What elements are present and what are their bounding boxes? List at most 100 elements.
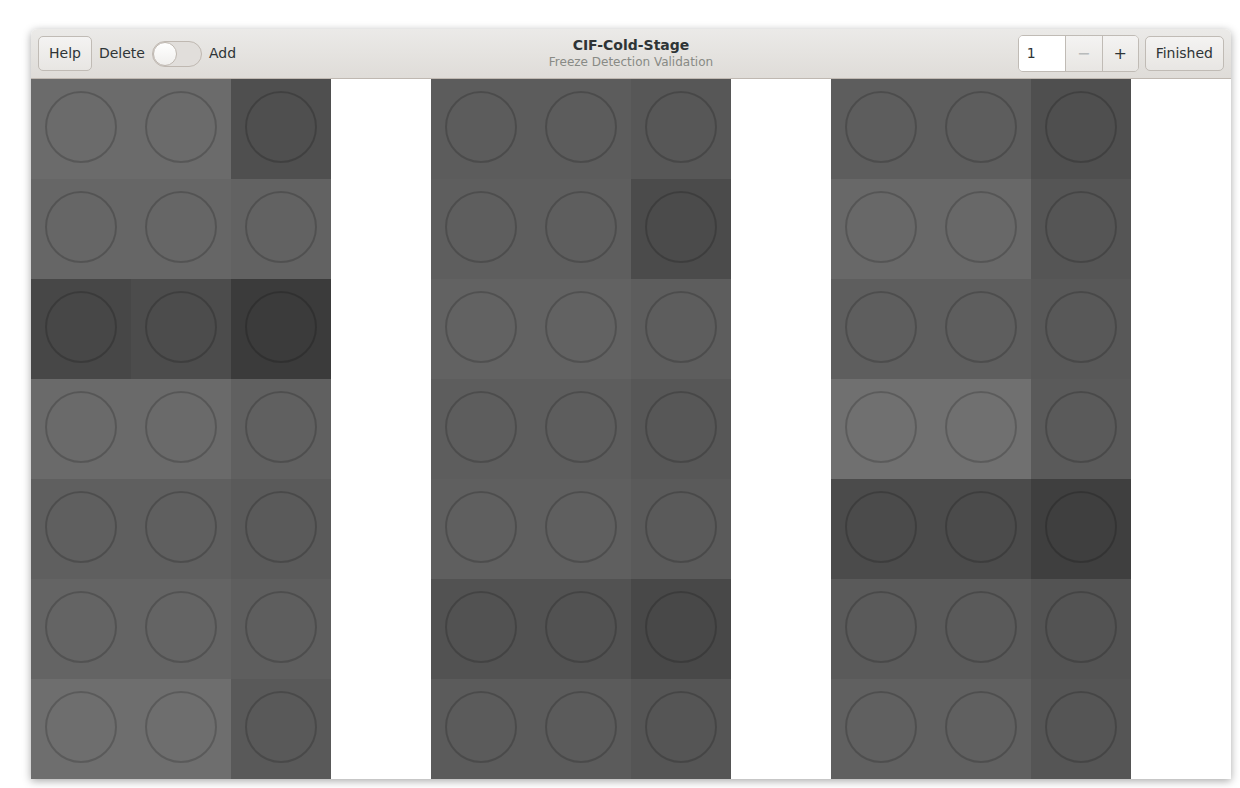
- well-row[interactable]: [431, 379, 731, 479]
- frame-image[interactable]: [1031, 679, 1131, 779]
- subtitle-text: Freeze Detection Validation: [549, 55, 713, 70]
- frame-image[interactable]: [831, 179, 931, 279]
- well-row[interactable]: [431, 479, 731, 579]
- frame-image[interactable]: [631, 379, 731, 479]
- frame-image[interactable]: [1031, 179, 1131, 279]
- frame-image[interactable]: [131, 479, 231, 579]
- frame-image[interactable]: [431, 179, 531, 279]
- frame-image[interactable]: [531, 279, 631, 379]
- frame-image[interactable]: [631, 79, 731, 179]
- frame-image[interactable]: [631, 179, 731, 279]
- frame-image[interactable]: [231, 579, 331, 679]
- frame-image[interactable]: [1031, 79, 1131, 179]
- frame-image[interactable]: [931, 679, 1031, 779]
- well-row[interactable]: [831, 79, 1131, 179]
- frame-image[interactable]: [231, 379, 331, 479]
- well-row[interactable]: [431, 279, 731, 379]
- well-row[interactable]: [31, 579, 331, 679]
- frame-image[interactable]: [31, 679, 131, 779]
- app-window: HelpDeleteAdd CIF-Cold-StageFreeze Detec…: [31, 29, 1231, 779]
- add-label: Add: [209, 43, 236, 64]
- well-row[interactable]: [831, 179, 1131, 279]
- frame-image[interactable]: [231, 79, 331, 179]
- frame-image[interactable]: [531, 479, 631, 579]
- frame-image[interactable]: [831, 379, 931, 479]
- frame-image[interactable]: [831, 579, 931, 679]
- well-row[interactable]: [431, 179, 731, 279]
- frame-image[interactable]: [831, 79, 931, 179]
- frame-image[interactable]: [931, 79, 1031, 179]
- well-row[interactable]: [31, 479, 331, 579]
- frame-image[interactable]: [631, 579, 731, 679]
- frame-image[interactable]: [1031, 279, 1131, 379]
- frame-image[interactable]: [631, 279, 731, 379]
- well-row[interactable]: [431, 679, 731, 779]
- title-text: CIF-Cold-Stage: [549, 37, 713, 55]
- frame-image[interactable]: [431, 279, 531, 379]
- frame-image[interactable]: [531, 79, 631, 179]
- frame-image[interactable]: [131, 79, 231, 179]
- frame-image[interactable]: [131, 179, 231, 279]
- well-column: [831, 79, 1131, 779]
- page-spin: 1−+: [1018, 35, 1139, 72]
- well-row[interactable]: [31, 679, 331, 779]
- well-row[interactable]: [31, 179, 331, 279]
- frame-image[interactable]: [31, 79, 131, 179]
- frame-image[interactable]: [931, 479, 1031, 579]
- header-right: 1−+Finished: [713, 35, 1224, 72]
- well-column: [31, 79, 331, 779]
- help-button[interactable]: Help: [38, 36, 92, 71]
- well-row[interactable]: [31, 79, 331, 179]
- frame-image[interactable]: [631, 679, 731, 779]
- well-row[interactable]: [31, 279, 331, 379]
- well-row[interactable]: [831, 379, 1131, 479]
- wells-area: [31, 79, 1231, 779]
- frame-image[interactable]: [931, 379, 1031, 479]
- frame-image[interactable]: [631, 479, 731, 579]
- frame-image[interactable]: [131, 379, 231, 479]
- frame-image[interactable]: [231, 479, 331, 579]
- frame-image[interactable]: [31, 179, 131, 279]
- frame-image[interactable]: [1031, 379, 1131, 479]
- well-row[interactable]: [431, 79, 731, 179]
- well-row[interactable]: [31, 379, 331, 479]
- frame-image[interactable]: [31, 379, 131, 479]
- frame-image[interactable]: [231, 179, 331, 279]
- frame-image[interactable]: [931, 179, 1031, 279]
- frame-image[interactable]: [1031, 479, 1131, 579]
- frame-image[interactable]: [431, 579, 531, 679]
- frame-image[interactable]: [831, 279, 931, 379]
- well-row[interactable]: [831, 579, 1131, 679]
- well-row[interactable]: [831, 279, 1131, 379]
- frame-image[interactable]: [931, 279, 1031, 379]
- frame-image[interactable]: [231, 679, 331, 779]
- frame-image[interactable]: [431, 679, 531, 779]
- frame-image[interactable]: [1031, 579, 1131, 679]
- increment-button[interactable]: +: [1102, 36, 1138, 71]
- frame-image[interactable]: [231, 279, 331, 379]
- frame-image[interactable]: [831, 679, 931, 779]
- frame-image[interactable]: [431, 79, 531, 179]
- well-row[interactable]: [831, 679, 1131, 779]
- frame-image[interactable]: [531, 179, 631, 279]
- frame-image[interactable]: [531, 679, 631, 779]
- finished-button[interactable]: Finished: [1145, 36, 1224, 71]
- frame-image[interactable]: [431, 379, 531, 479]
- frame-image[interactable]: [931, 579, 1031, 679]
- well-row[interactable]: [831, 479, 1131, 579]
- switch-knob: [153, 42, 177, 66]
- frame-image[interactable]: [531, 579, 631, 679]
- well-row[interactable]: [431, 579, 731, 679]
- frame-image[interactable]: [831, 479, 931, 579]
- frame-image[interactable]: [31, 279, 131, 379]
- mode-switch[interactable]: [152, 41, 202, 67]
- frame-image[interactable]: [31, 579, 131, 679]
- frame-image[interactable]: [31, 479, 131, 579]
- page-entry[interactable]: 1: [1019, 36, 1066, 71]
- frame-image[interactable]: [131, 279, 231, 379]
- frame-image[interactable]: [531, 379, 631, 479]
- frame-image[interactable]: [131, 679, 231, 779]
- frame-image[interactable]: [431, 479, 531, 579]
- frame-image[interactable]: [131, 579, 231, 679]
- header-left: HelpDeleteAdd: [38, 36, 549, 71]
